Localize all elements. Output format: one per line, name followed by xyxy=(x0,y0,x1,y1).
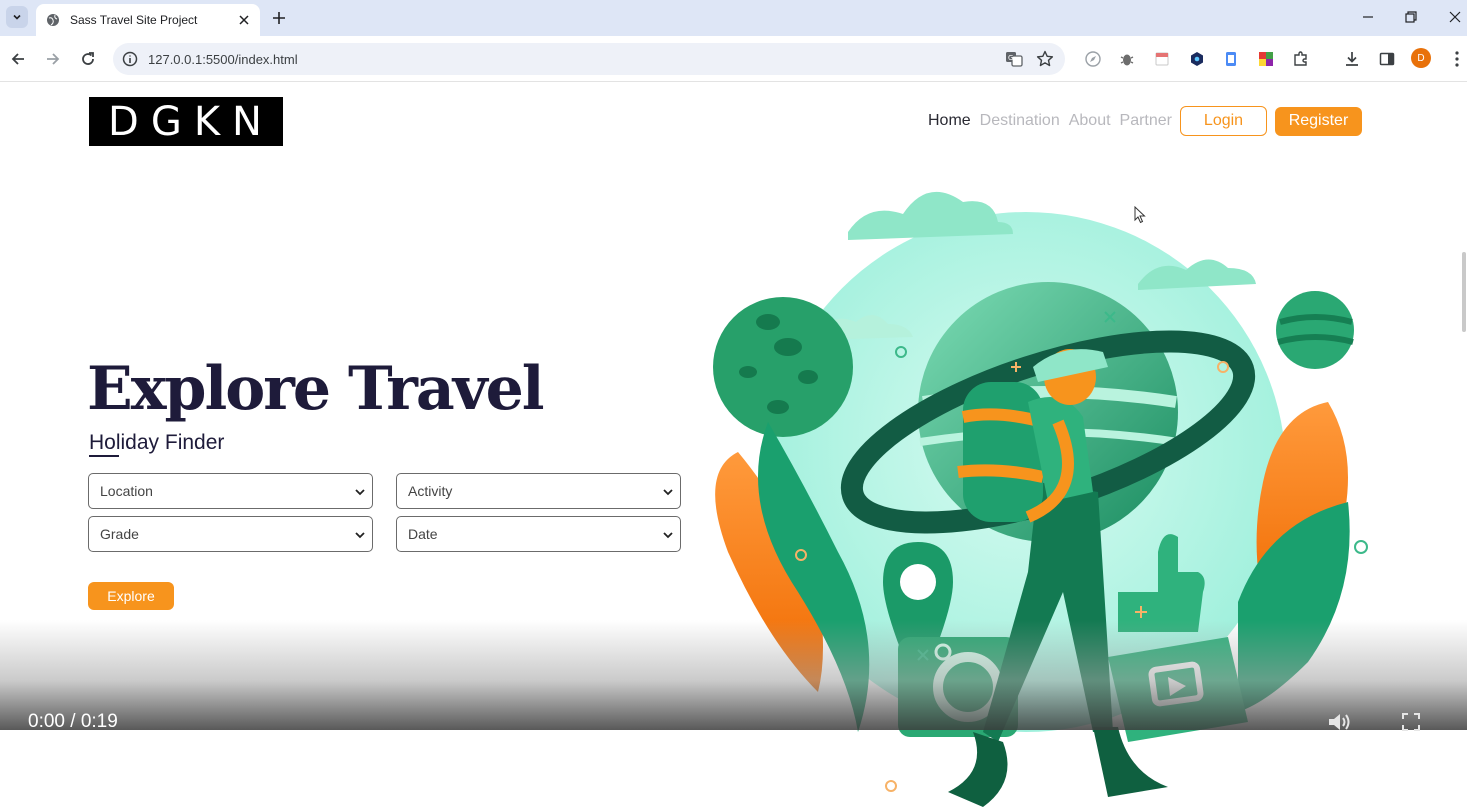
address-bar[interactable]: 127.0.0.1:5500/index.html G xyxy=(113,43,1065,75)
restore-icon xyxy=(1405,11,1417,23)
nav-link-destination[interactable]: Destination xyxy=(980,112,1060,130)
forward-icon xyxy=(47,53,60,65)
video-controls-shade xyxy=(0,620,1467,730)
url-text[interactable]: 127.0.0.1:5500/index.html xyxy=(148,52,1003,67)
browser-toolbar: 127.0.0.1:5500/index.html G xyxy=(0,36,1467,82)
calendar-icon xyxy=(1155,52,1169,66)
side-panel-button[interactable] xyxy=(1376,48,1398,70)
translate-button[interactable]: G xyxy=(1003,48,1025,70)
location-select-value: Location xyxy=(100,483,153,499)
fullscreen-button[interactable] xyxy=(1398,711,1424,733)
chevron-down-icon xyxy=(355,489,365,496)
globe-icon xyxy=(47,14,59,26)
hero-title: Explore Travel xyxy=(87,354,545,424)
browser-tab[interactable]: Sass Travel Site Project xyxy=(36,4,260,36)
site-info-button[interactable] xyxy=(121,50,139,68)
extension-calendar[interactable] xyxy=(1151,48,1173,70)
palette-icon xyxy=(1259,52,1273,66)
restore-button[interactable] xyxy=(1399,6,1423,28)
register-button[interactable]: Register xyxy=(1275,106,1362,136)
grade-select-value: Grade xyxy=(100,526,139,542)
tab-search-button[interactable] xyxy=(6,6,28,28)
extension-bug[interactable] xyxy=(1116,48,1138,70)
extensions-button[interactable] xyxy=(1290,48,1312,70)
site-logo[interactable]: DGKN xyxy=(89,97,283,146)
volume-icon xyxy=(1329,714,1350,730)
close-icon xyxy=(239,15,249,25)
extension-clipboard[interactable] xyxy=(1220,48,1242,70)
subtitle-underline xyxy=(89,455,119,457)
reload-button[interactable] xyxy=(76,47,100,71)
mouse-cursor-icon xyxy=(1134,206,1146,224)
date-select[interactable]: Date xyxy=(396,516,681,552)
fullscreen-icon xyxy=(1402,713,1420,731)
more-icon xyxy=(1455,51,1459,67)
main-nav: Home Destination About Partner Login Reg… xyxy=(928,106,1362,136)
chevron-down-icon xyxy=(355,532,365,539)
forward-button[interactable] xyxy=(41,47,65,71)
svg-text:G: G xyxy=(1008,54,1013,62)
browser-menu-button[interactable] xyxy=(1446,48,1467,70)
download-icon xyxy=(1346,52,1358,66)
sidepanel-icon xyxy=(1379,52,1395,66)
extension-colorful[interactable] xyxy=(1255,48,1277,70)
plus-icon xyxy=(273,12,285,24)
explore-button[interactable]: Explore xyxy=(88,582,174,610)
minimize-icon xyxy=(1363,16,1373,18)
info-icon xyxy=(122,51,138,67)
hexagon-icon xyxy=(1191,52,1203,66)
nav-link-about[interactable]: About xyxy=(1069,112,1111,130)
login-button[interactable]: Login xyxy=(1180,106,1267,136)
chevron-down-icon xyxy=(663,489,673,496)
chevron-down-icon xyxy=(13,14,21,20)
location-select[interactable]: Location xyxy=(88,473,373,509)
date-select-value: Date xyxy=(408,526,438,542)
nav-link-partner[interactable]: Partner xyxy=(1120,112,1172,130)
video-time: 0:00 / 0:19 xyxy=(28,711,118,732)
bookmark-button[interactable] xyxy=(1034,48,1056,70)
close-icon xyxy=(1449,11,1461,23)
downloads-button[interactable] xyxy=(1341,48,1363,70)
activity-select[interactable]: Activity xyxy=(396,473,681,509)
tab-close-button[interactable] xyxy=(236,12,252,28)
bug-icon xyxy=(1120,54,1134,66)
hero-subtitle: Holiday Finder xyxy=(89,431,225,454)
puzzle-icon xyxy=(1294,51,1307,66)
new-tab-button[interactable] xyxy=(268,7,290,29)
volume-button[interactable] xyxy=(1326,711,1352,733)
profile-avatar[interactable]: D xyxy=(1411,48,1431,68)
grade-select[interactable]: Grade xyxy=(88,516,373,552)
extension-hexagon[interactable] xyxy=(1186,48,1208,70)
star-icon xyxy=(1036,50,1054,67)
activity-select-value: Activity xyxy=(408,483,453,499)
clipboard-icon xyxy=(1226,52,1236,66)
back-icon xyxy=(11,53,24,65)
translate-icon: G xyxy=(1006,52,1023,67)
back-button[interactable] xyxy=(6,47,30,71)
nav-link-home[interactable]: Home xyxy=(928,112,971,130)
close-window-button[interactable] xyxy=(1443,6,1467,28)
extension-compass[interactable] xyxy=(1082,48,1104,70)
compass-icon xyxy=(1085,51,1101,67)
logo-text: DGKN xyxy=(108,98,274,145)
minimize-button[interactable] xyxy=(1356,6,1380,28)
chevron-down-icon xyxy=(663,532,673,539)
page-scrollbar[interactable] xyxy=(1462,252,1466,332)
tab-strip: Sass Travel Site Project xyxy=(0,0,1467,36)
reload-icon xyxy=(82,52,94,65)
tab-title: Sass Travel Site Project xyxy=(70,13,198,27)
